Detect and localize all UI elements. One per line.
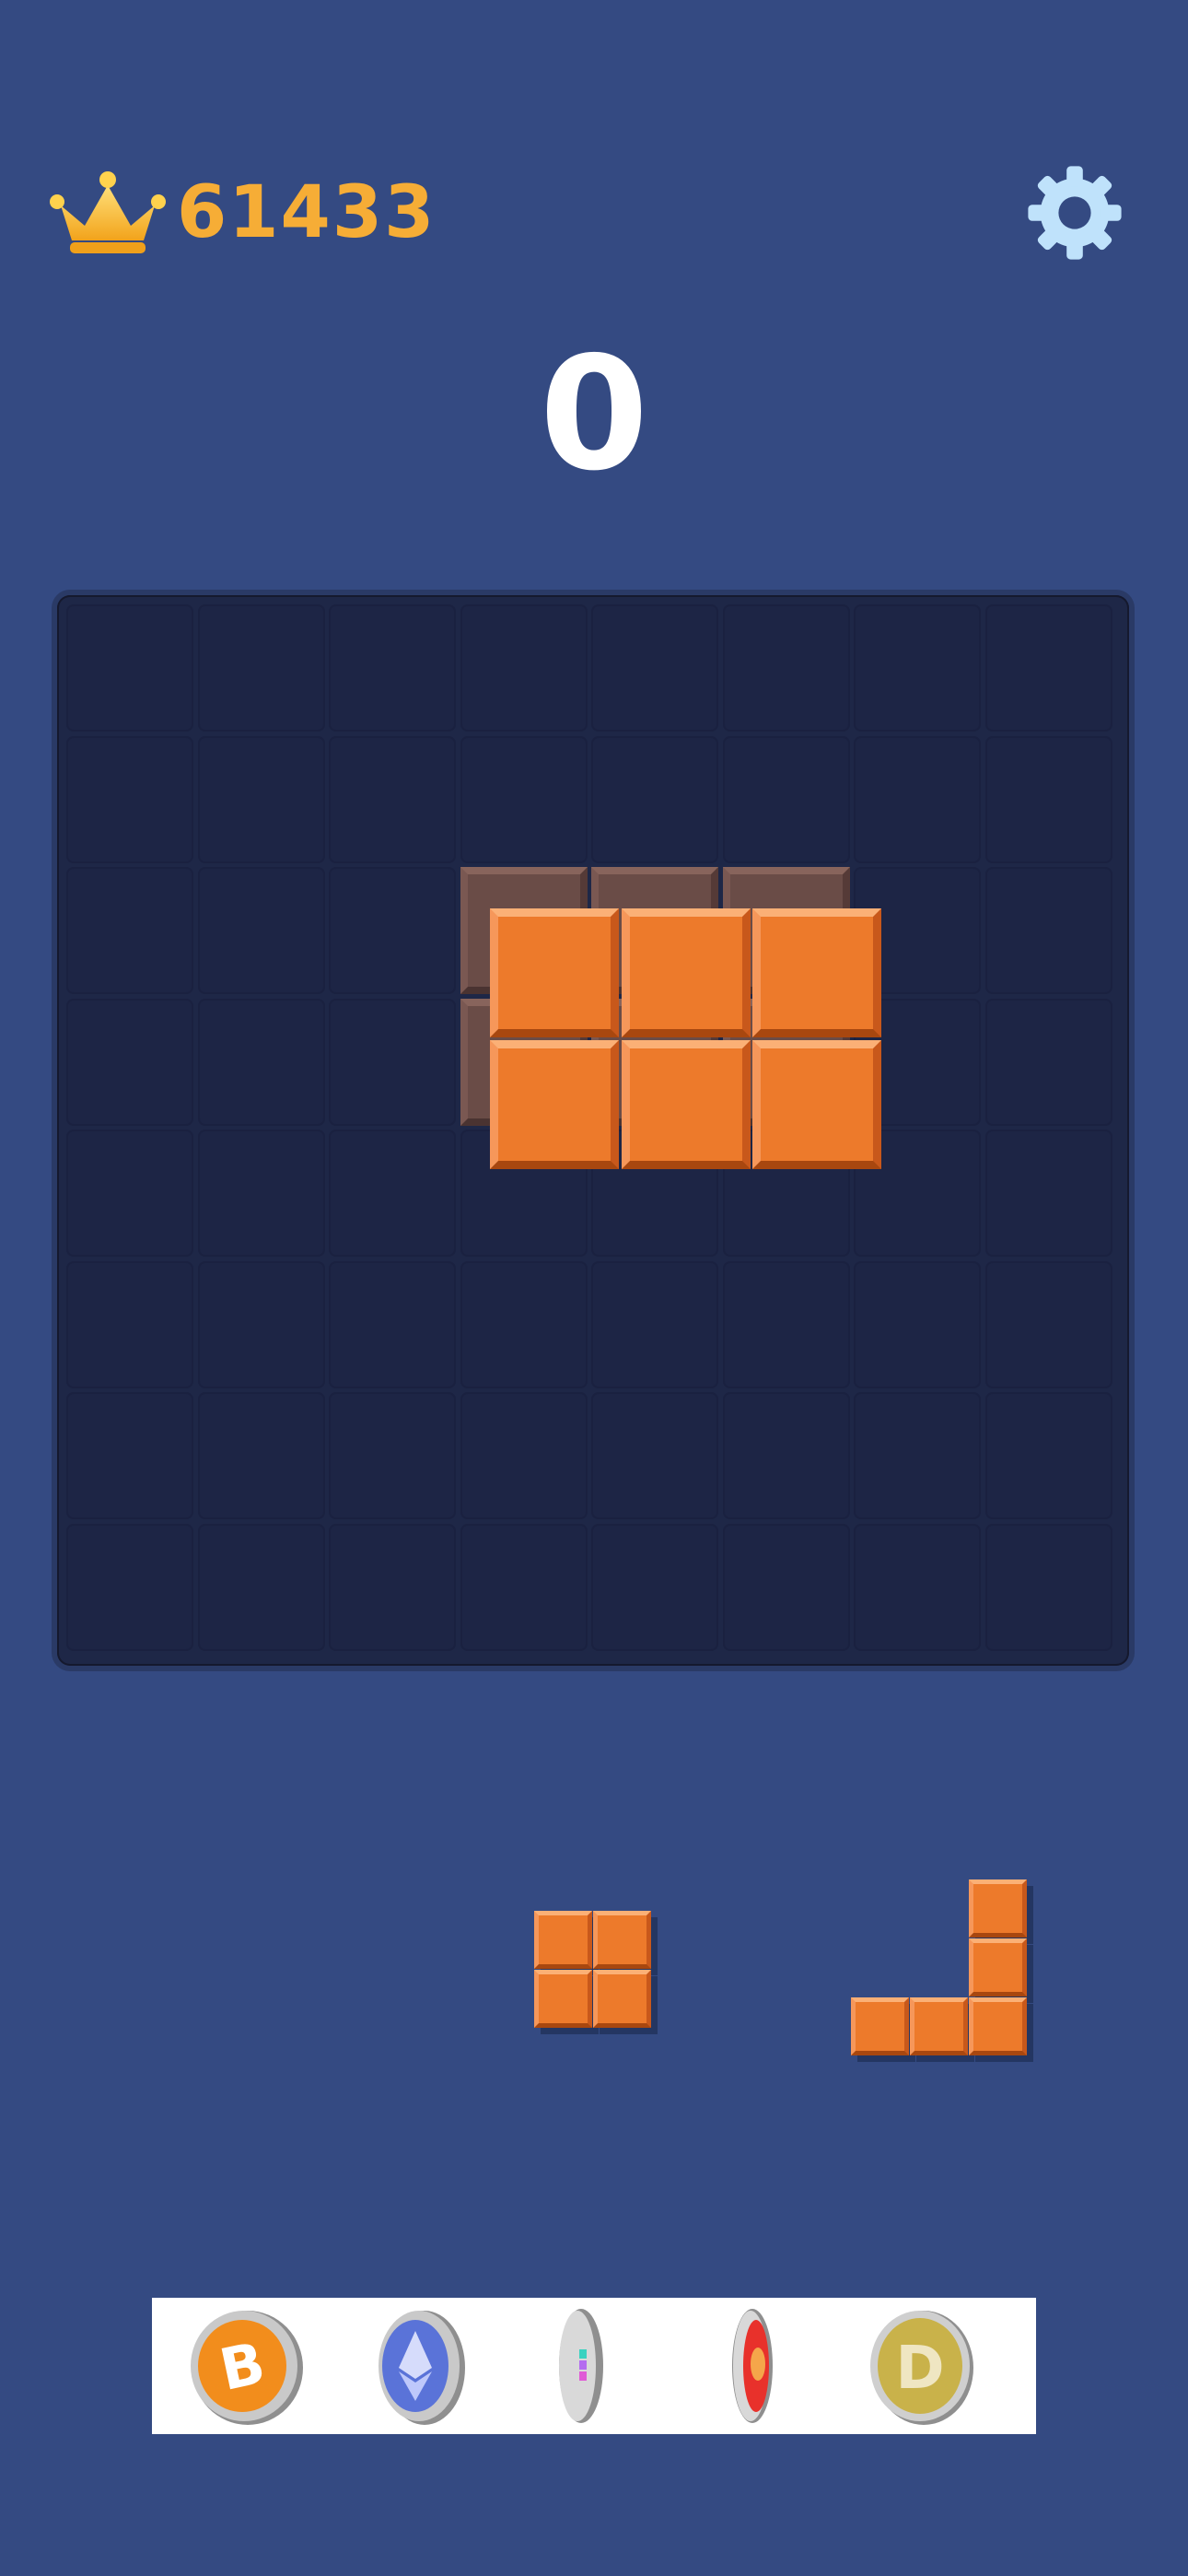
ad-banner[interactable]: B D: [152, 2298, 1036, 2434]
board-cell[interactable]: [984, 998, 1112, 1126]
board-cell[interactable]: [66, 1523, 193, 1651]
board-cell[interactable]: [329, 1260, 456, 1388]
board-cell[interactable]: [329, 1392, 456, 1519]
board-cell[interactable]: [460, 604, 588, 732]
board-cell[interactable]: [984, 604, 1112, 732]
game-screen: 61433 0 B D: [0, 0, 1188, 2576]
board-cell[interactable]: [460, 1523, 588, 1651]
board-cell[interactable]: [591, 1392, 718, 1519]
board-cell[interactable]: [197, 604, 325, 732]
board-cell[interactable]: [591, 1260, 718, 1388]
shiba-coin-icon: [732, 2309, 773, 2423]
board-cell[interactable]: [854, 1523, 981, 1651]
board-cell[interactable]: [722, 1392, 850, 1519]
bitcoin-coin-icon: B: [191, 2311, 303, 2425]
crown-icon: [50, 171, 166, 253]
board-cell[interactable]: [460, 1260, 588, 1388]
current-score: 0: [539, 323, 649, 506]
dragged-block: [490, 908, 619, 1037]
board-cell[interactable]: [197, 867, 325, 994]
crypto-coin-icon: [559, 2309, 603, 2423]
piece-block: [593, 1970, 651, 2028]
board-cell[interactable]: [591, 1523, 718, 1651]
board-cell[interactable]: [329, 867, 456, 994]
board-cell[interactable]: [197, 1260, 325, 1388]
board-cell[interactable]: [984, 867, 1112, 994]
board-cell[interactable]: [329, 1523, 456, 1651]
board-cell[interactable]: [591, 735, 718, 863]
board-cell[interactable]: [722, 604, 850, 732]
board-cell[interactable]: [66, 604, 193, 732]
board-cell[interactable]: [197, 1523, 325, 1651]
ethereum-coin-icon: [379, 2311, 465, 2425]
board-cell[interactable]: [984, 1260, 1112, 1388]
board-cell[interactable]: [197, 735, 325, 863]
piece-block: [851, 1997, 909, 2055]
board-cell[interactable]: [66, 735, 193, 863]
board-cell[interactable]: [722, 1260, 850, 1388]
board-cell[interactable]: [197, 1392, 325, 1519]
piece-block: [593, 1911, 651, 1969]
board-cell[interactable]: [66, 1260, 193, 1388]
board-cell[interactable]: [329, 735, 456, 863]
gear-icon[interactable]: [1024, 162, 1125, 263]
board-cell[interactable]: [66, 867, 193, 994]
piece-block: [534, 1911, 592, 1969]
dragged-block: [621, 1039, 751, 1169]
board-cell[interactable]: [591, 604, 718, 732]
best-score-display: 61433: [48, 162, 436, 263]
best-score-value: 61433: [177, 171, 437, 254]
board-cell[interactable]: [984, 1392, 1112, 1519]
board-cell[interactable]: [722, 735, 850, 863]
board-cell[interactable]: [66, 1392, 193, 1519]
board-cell[interactable]: [460, 735, 588, 863]
piece-block: [910, 1997, 968, 2055]
board-cell[interactable]: [460, 1392, 588, 1519]
board-cell[interactable]: [854, 604, 981, 732]
board-cell[interactable]: [722, 1523, 850, 1651]
piece-block: [534, 1970, 592, 2028]
board-cell[interactable]: [984, 735, 1112, 863]
dragged-block: [752, 908, 881, 1037]
dragged-block: [490, 1039, 619, 1169]
dogecoin-icon: D: [870, 2311, 973, 2425]
board-cell[interactable]: [854, 735, 981, 863]
board-cell[interactable]: [329, 1130, 456, 1257]
piece-block: [969, 1938, 1027, 1996]
piece-block: [969, 1879, 1027, 1938]
dragged-block: [621, 908, 751, 1037]
board-cell[interactable]: [197, 998, 325, 1126]
board-cell[interactable]: [854, 1392, 981, 1519]
svg-text:D: D: [895, 2335, 944, 2403]
board-cell[interactable]: [329, 998, 456, 1126]
board-cell[interactable]: [854, 1260, 981, 1388]
board-cell[interactable]: [329, 604, 456, 732]
board-cell[interactable]: [984, 1523, 1112, 1651]
board-cell[interactable]: [197, 1130, 325, 1257]
board-cell[interactable]: [66, 1130, 193, 1257]
piece-block: [969, 1997, 1027, 2055]
board-cell[interactable]: [66, 998, 193, 1126]
board-cell[interactable]: [984, 1130, 1112, 1257]
dragged-block: [752, 1039, 881, 1169]
